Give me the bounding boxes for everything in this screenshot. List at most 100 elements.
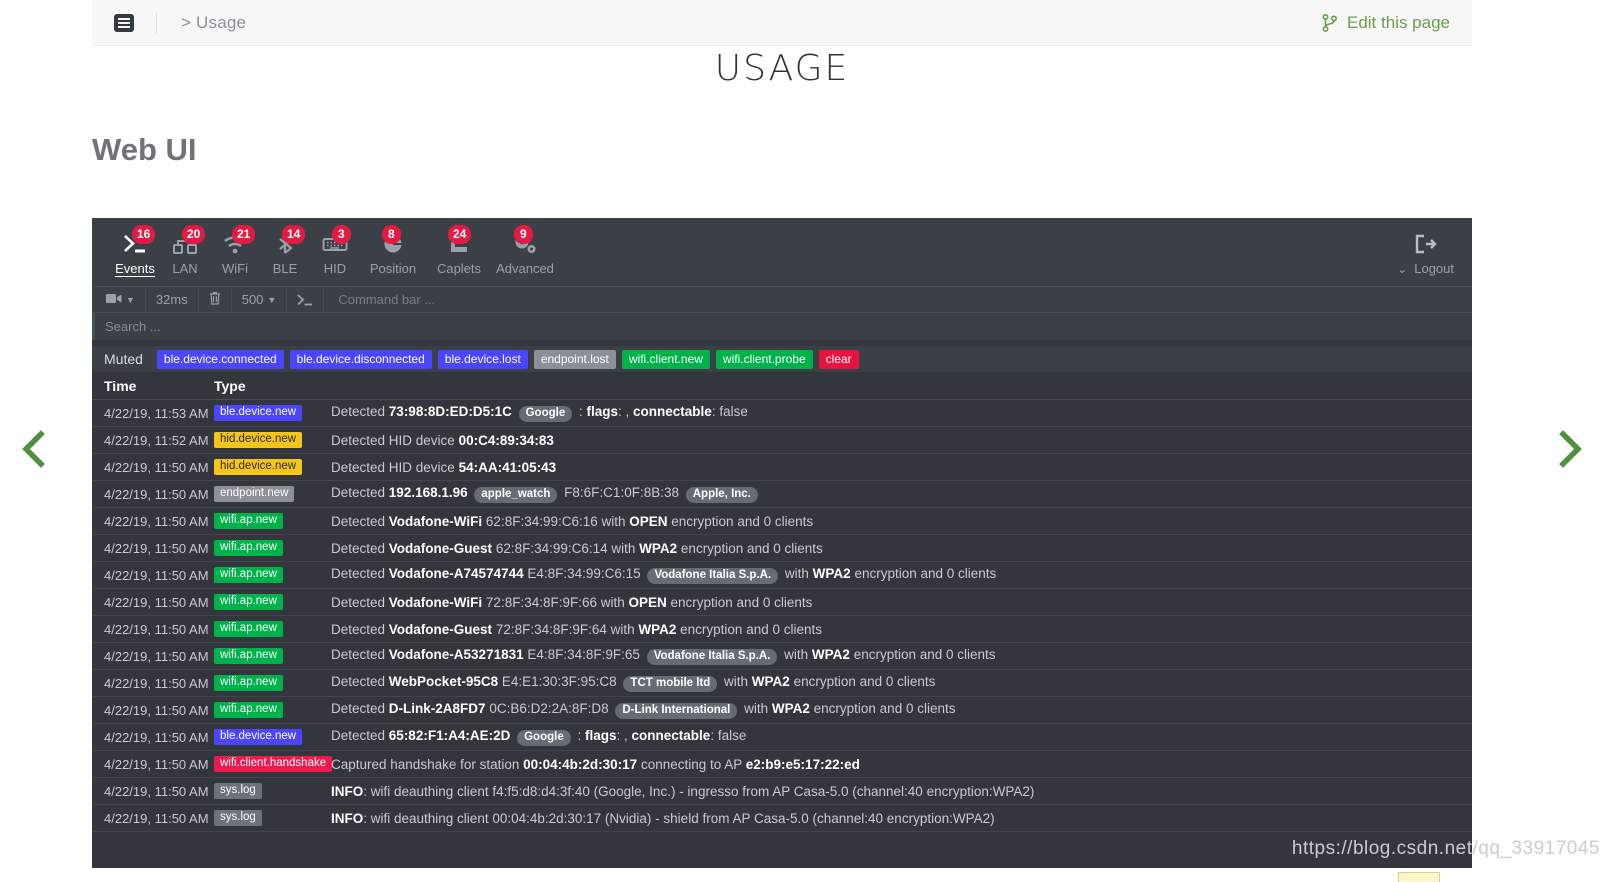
cell-description: Detected HID device 00:C4:89:34:83 (331, 432, 554, 448)
nav-item-position[interactable]: 8 Position (360, 225, 426, 277)
table-row[interactable]: 4/22/19, 11:50 AM wifi.ap.new Detected Vod… (92, 562, 1472, 589)
logout-row[interactable]: ⌄ Logout (1397, 261, 1454, 276)
cell-time: 4/22/19, 11:50 AM (104, 702, 209, 718)
cell-type: wifi.ap.new (214, 566, 319, 584)
clear-events-button[interactable] (199, 286, 232, 313)
list-menu-icon[interactable] (114, 13, 134, 32)
toolbar-divider (156, 11, 157, 34)
table-row[interactable]: 4/22/19, 11:50 AM wifi.ap.new Detected Vod… (92, 535, 1472, 562)
nav-label-ble: BLE (272, 261, 298, 276)
table-row[interactable]: 4/22/19, 11:50 AM wifi.ap.new Detected Vod… (92, 508, 1472, 535)
nav-item-lan[interactable]: 20 LAN (160, 225, 210, 277)
caret-down-icon: ▼ (267, 294, 277, 305)
event-type-tag[interactable]: wifi.ap.new (214, 593, 283, 611)
muted-tag-list: ble.device.connected ble.device.disconnec… (156, 349, 859, 369)
nav-item-advanced[interactable]: 9 Advanced (492, 225, 558, 277)
cell-description: Detected Vodafone-A53271831 E4:8F:34:8F:… (319, 647, 1460, 666)
table-row[interactable]: 4/22/19, 11:52 AM hid.device.new Detected … (92, 427, 1472, 454)
video-camera-icon (106, 292, 122, 307)
event-type-tag[interactable]: sys.log (214, 782, 262, 800)
table-row[interactable]: 4/22/19, 11:50 AM wifi.ap.new Detected Vod… (92, 643, 1472, 670)
table-row[interactable]: 4/22/19, 11:50 AM sys.log INFO: wifi deaut… (92, 805, 1472, 832)
cell-type: sys.log (214, 782, 319, 800)
event-type-tag[interactable]: wifi.ap.new (214, 674, 283, 692)
event-type-tag[interactable]: wifi.ap.new (214, 620, 283, 638)
nav-item-caplets[interactable]: 24 Caplets (426, 225, 492, 277)
muted-tag-wifi-client-probe[interactable]: wifi.client.probe (715, 349, 813, 369)
next-page-arrow[interactable] (1546, 425, 1594, 473)
prev-page-arrow[interactable] (10, 425, 58, 473)
nav-item-ble[interactable]: 14 BLE (260, 225, 310, 277)
event-type-tag[interactable]: wifi.ap.new (214, 647, 283, 665)
nav-badge-hid: 3 (332, 225, 351, 244)
muted-tag-wifi-client-new[interactable]: wifi.client.new (621, 349, 710, 369)
event-type-tag[interactable]: wifi.client.handshake (214, 755, 333, 773)
table-row[interactable]: 4/22/19, 11:50 AM wifi.ap.new Detected D-L… (92, 697, 1472, 724)
chevron-left-icon (22, 430, 45, 468)
search-input[interactable]: Search ... (92, 312, 1472, 340)
event-type-tag[interactable]: wifi.ap.new (214, 566, 283, 584)
terminal-prompt-icon[interactable] (287, 286, 325, 313)
table-row[interactable]: 4/22/19, 11:50 AM wifi.client.handshake Ca… (92, 751, 1472, 778)
nav-badge-ble: 14 (282, 225, 306, 244)
event-type-tag[interactable]: wifi.ap.new (214, 701, 283, 719)
table-row[interactable]: 4/22/19, 11:50 AM hid.device.new Detected … (92, 454, 1472, 481)
muted-tag-ble-device-lost[interactable]: ble.device.lost (437, 349, 528, 369)
cell-description: Detected Vodafone-WiFi 62:8F:34:99:C6:16… (331, 513, 814, 529)
command-bar-input[interactable]: Command bar ... (324, 292, 1466, 307)
table-row[interactable]: 4/22/19, 11:50 AM wifi.ap.new Detected Web… (92, 670, 1472, 697)
interval-value[interactable]: 32ms (146, 286, 199, 313)
cell-time: 4/22/19, 11:50 AM (104, 459, 209, 475)
table-row[interactable]: 4/22/19, 11:53 AM ble.device.new Detected … (92, 400, 1472, 427)
logout-label: Logout (1414, 261, 1454, 276)
app-navbar: 16 Events 20 LAN 21 WiFi 14 BLE 3 HID 8 Position 24 C… (92, 218, 1472, 286)
event-type-tag[interactable]: sys.log (214, 809, 262, 827)
cell-time: 4/22/19, 11:50 AM (104, 648, 209, 664)
nav-label-position: Position (369, 261, 417, 276)
event-type-tag[interactable]: ble.device.new (214, 404, 303, 422)
table-row[interactable]: 4/22/19, 11:50 AM wifi.ap.new Detected Vod… (92, 616, 1472, 643)
event-type-tag[interactable]: hid.device.new (214, 458, 303, 476)
nav-item-events[interactable]: 16 Events (110, 225, 160, 277)
bettercap-ui-panel: 16 Events 20 LAN 21 WiFi 14 BLE 3 HID 8 Position 24 C… (92, 218, 1472, 868)
events-table-body: 4/22/19, 11:53 AM ble.device.new Detected … (92, 400, 1472, 832)
event-type-tag[interactable]: wifi.ap.new (214, 512, 283, 530)
cell-type: sys.log (214, 809, 319, 827)
table-row[interactable]: 4/22/19, 11:50 AM wifi.ap.new Detected Vod… (92, 589, 1472, 616)
cell-type: wifi.ap.new (214, 620, 319, 638)
logout-button[interactable]: ⌄ Logout (1397, 232, 1454, 276)
cell-description: Detected HID device 54:AA:41:05:43 (331, 459, 557, 475)
table-row[interactable]: 4/22/19, 11:50 AM ble.device.new Detected … (92, 724, 1472, 751)
event-type-tag[interactable]: hid.device.new (214, 431, 303, 449)
breadcrumb[interactable]: > Usage (181, 13, 246, 33)
trash-icon (209, 291, 221, 308)
muted-tag-clear[interactable]: clear (818, 349, 859, 369)
muted-tag-endpoint-lost[interactable]: endpoint.lost (533, 349, 616, 369)
muted-tag-ble-device-connected[interactable]: ble.device.connected (156, 349, 284, 369)
nav-item-hid[interactable]: 3 HID (310, 225, 360, 277)
table-row[interactable]: 4/22/19, 11:50 AM endpoint.new Detected 19… (92, 481, 1472, 508)
sign-out-icon (1414, 232, 1438, 256)
nav-badge-wifi: 21 (232, 225, 256, 244)
cell-time: 4/22/19, 11:50 AM (104, 810, 209, 826)
cell-description: Detected D-Link-2A8FD7 0C:B6:D2:2A:8F:D8… (319, 701, 1460, 720)
cell-description: Detected Vodafone-Guest 72:8F:34:8F:9F:6… (331, 621, 822, 637)
rows-limit-selector[interactable]: 500 ▼ (232, 286, 288, 313)
record-button[interactable]: ▼ (98, 286, 146, 313)
event-type-tag[interactable]: endpoint.new (214, 485, 295, 503)
cell-time: 4/22/19, 11:50 AM (104, 756, 209, 772)
cell-description: INFO: wifi deauthing client 00:04:4b:2d:… (331, 810, 995, 826)
cell-time: 4/22/19, 11:50 AM (104, 729, 209, 745)
events-toolbar: ▼ 32ms 500 ▼ Command bar ... (92, 286, 1472, 313)
doc-top-bar-right[interactable]: Edit this page (1322, 13, 1450, 33)
event-type-tag[interactable]: ble.device.new (214, 728, 303, 746)
muted-tag-ble-device-disconnected[interactable]: ble.device.disconnected (289, 349, 432, 369)
event-type-tag[interactable]: wifi.ap.new (214, 539, 283, 557)
edit-this-page-link[interactable]: Edit this page (1347, 13, 1450, 33)
cell-type: wifi.ap.new (214, 647, 319, 665)
nav-badge-caplets: 24 (448, 225, 472, 244)
nav-item-wifi[interactable]: 21 WiFi (210, 225, 260, 277)
table-row[interactable]: 4/22/19, 11:50 AM sys.log INFO: wifi deaut… (92, 778, 1472, 805)
column-header-type: Type (214, 377, 246, 394)
cell-time: 4/22/19, 11:50 AM (104, 513, 209, 529)
